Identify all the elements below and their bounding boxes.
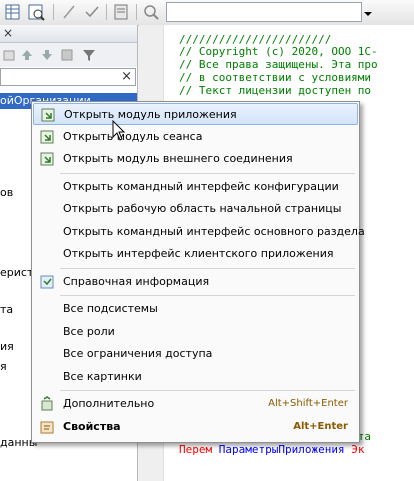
- help-icon: [40, 275, 54, 288]
- tree-search-input[interactable]: ×: [0, 68, 136, 86]
- menu-item[interactable]: Открыть модуль внешнего соединения: [33, 148, 358, 170]
- checkbox-icon[interactable]: [83, 3, 101, 21]
- menu-item[interactable]: Открыть командный интерфейс конфигурации: [33, 176, 358, 198]
- menu-item-label: Открыть интерфейс клиентского приложения: [63, 247, 334, 260]
- tree-item[interactable]: я: [0, 360, 7, 373]
- clear-icon[interactable]: ×: [121, 69, 132, 85]
- menu-item[interactable]: Все картинки: [33, 366, 358, 388]
- arrow-down-icon[interactable]: [40, 48, 54, 62]
- menu-item[interactable]: Все ограничения доступа: [33, 343, 358, 365]
- menu-item-label: Все роли: [63, 324, 115, 338]
- menu-item[interactable]: Справочная информация: [33, 271, 358, 293]
- menu-item[interactable]: Дополнительно Alt+Shift+Enter: [33, 393, 358, 415]
- menu-item[interactable]: Открыть модуль сеанса: [33, 126, 358, 148]
- menu-item-label: Все ограничения доступа: [63, 347, 213, 360]
- menu-separator: [60, 172, 355, 174]
- table-icon[interactable]: [4, 3, 22, 21]
- panel-header: ×: [0, 25, 137, 43]
- menu-item[interactable]: Открыть командный интерфейс основного ра…: [33, 221, 365, 243]
- tree-item[interactable]: ия: [0, 340, 14, 353]
- menu-separator: [60, 390, 355, 391]
- code-line: // Copyright (c) 2020, ООО 1С-: [179, 45, 378, 58]
- menu-item[interactable]: Все роли: [33, 321, 358, 343]
- filter-icon[interactable]: [82, 48, 96, 62]
- menu-item-label: Открыть рабочую область начальной страни…: [63, 202, 342, 215]
- module-icon: [40, 130, 54, 143]
- menu-item-label: Все картинки: [63, 369, 142, 383]
- chevron-down-icon[interactable]: [364, 12, 372, 16]
- search-icon[interactable]: [142, 3, 160, 21]
- zoom-table-icon[interactable]: [27, 3, 45, 21]
- menu-item-label: Открыть модуль сеанса: [63, 129, 203, 143]
- menu-item[interactable]: Открыть модуль приложения: [33, 103, 358, 125]
- menu-item[interactable]: Свойства Alt+Enter: [33, 416, 358, 438]
- sort-icon[interactable]: [60, 48, 74, 62]
- menu-item-shortcut: Alt+Shift+Enter: [268, 398, 348, 409]
- panel-toolbar: [0, 43, 137, 67]
- main-toolbar: [0, 0, 414, 26]
- code-line: Перем ПараметрыПриложения Эк: [179, 443, 365, 456]
- close-icon[interactable]: ×: [3, 27, 13, 39]
- module-icon[interactable]: [112, 3, 130, 21]
- module-icon: [40, 152, 54, 166]
- menu-item[interactable]: Открыть рабочую область начальной страни…: [33, 198, 358, 220]
- menu-item-label: Все подсистемы: [63, 302, 158, 315]
- menu-separator: [60, 267, 355, 269]
- menu-item-label: Открыть командный интерфейс основного ра…: [63, 224, 365, 238]
- menu-item-label: Дополнительно: [63, 397, 155, 410]
- mouse-cursor-icon: [112, 120, 126, 141]
- menu-item-label: Свойства: [63, 419, 121, 433]
- delete-icon[interactable]: [2, 48, 16, 62]
- menu-item[interactable]: Все подсистемы: [33, 298, 358, 320]
- module-icon: [41, 108, 55, 122]
- strike-icon[interactable]: [60, 3, 78, 21]
- code-line: // в соответствии с условиями: [179, 71, 372, 84]
- menu-item-label: Открыть модуль приложения: [64, 108, 237, 121]
- search-combo[interactable]: [166, 2, 362, 22]
- arrow-up-icon[interactable]: [20, 48, 34, 62]
- tree-item[interactable]: та: [0, 303, 13, 316]
- menu-item-shortcut: Alt+Enter: [293, 420, 348, 432]
- properties-icon: [40, 421, 54, 433]
- context-menu: Открыть модуль приложения Открыть модуль …: [31, 101, 365, 443]
- menu-item[interactable]: Открыть интерфейс клиентского приложения: [33, 243, 358, 265]
- menu-item-label: Открыть командный интерфейс конфигурации: [63, 179, 339, 193]
- menu-item-label: Открыть модуль внешнего соединения: [63, 152, 293, 165]
- tree-item[interactable]: ерист: [0, 266, 33, 279]
- menu-separator: [60, 295, 355, 296]
- code-line: // Все права защищены. Эта про: [179, 58, 378, 71]
- tree-item[interactable]: ов: [0, 186, 13, 199]
- additional-icon: [41, 396, 53, 411]
- code-line: // Текст лицензии доступен по: [179, 84, 372, 97]
- menu-item-label: Справочная информация: [63, 274, 210, 288]
